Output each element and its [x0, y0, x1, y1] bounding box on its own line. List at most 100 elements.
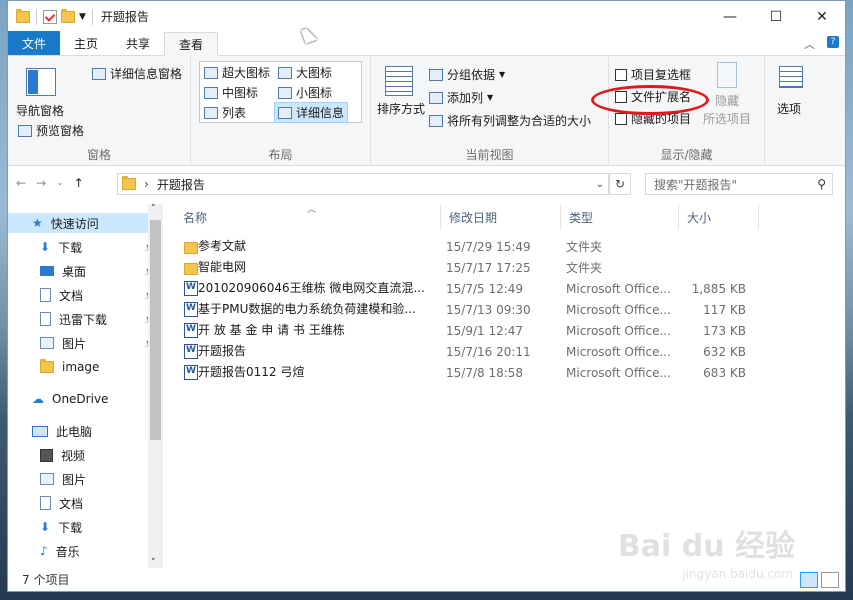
- search-input[interactable]: 搜索"开题报告" ⚲: [645, 173, 833, 195]
- table-row[interactable]: 开题报告 15/7/16 20:11 Microsoft Office... 6…: [184, 341, 746, 362]
- close-button[interactable]: ✕: [799, 1, 845, 32]
- nav-pane-label[interactable]: 导航窗格: [16, 102, 64, 119]
- ribbon-tabs: 文件 主页 共享 查看 ︿ ?: [8, 31, 845, 56]
- nav-pane-button[interactable]: [26, 68, 56, 96]
- options-label[interactable]: 选项: [777, 100, 801, 117]
- table-row[interactable]: 201020906046王维栋 微电网交直流混... 15/7/5 12:49 …: [184, 278, 746, 299]
- status-bar: 7 个项目: [8, 567, 845, 591]
- music-icon: ♪: [40, 544, 48, 558]
- maximize-button[interactable]: ☐: [753, 1, 799, 32]
- layout-details[interactable]: 详细信息: [274, 102, 349, 123]
- file-name: 参考文献: [198, 238, 247, 253]
- hide-selected-icon: [717, 62, 737, 88]
- sort-button[interactable]: [385, 66, 413, 96]
- column-size[interactable]: 大小: [679, 204, 759, 230]
- fit-columns-button[interactable]: 将所有列调整为合适的大小: [429, 112, 591, 129]
- nav-pc-documents[interactable]: 文档: [40, 493, 83, 513]
- scroll-up-icon[interactable]: ˄: [151, 204, 156, 214]
- options-button[interactable]: [779, 66, 803, 88]
- layout-large-icons[interactable]: 大图标: [278, 64, 332, 81]
- nav-pc-pictures[interactable]: 图片: [40, 469, 86, 489]
- medium-icons-icon: [204, 86, 218, 99]
- table-row[interactable]: 开 放 基 金 申 请 书 王维栋 15/9/1 12:47 Microsoft…: [184, 320, 746, 341]
- details-pane-button[interactable]: 详细信息窗格: [92, 65, 182, 82]
- file-name: 201020906046王维栋 微电网交直流混...: [198, 280, 425, 295]
- nav-label: 下载: [58, 240, 83, 255]
- table-row[interactable]: 基于PMU数据的电力系统负荷建模和验... 15/7/13 09:30 Micr…: [184, 299, 746, 320]
- ribbon-controls: ︿ ?: [804, 36, 839, 52]
- breadcrumb[interactable]: 开题报告: [157, 176, 205, 193]
- nav-pane-icon: [26, 68, 56, 96]
- nav-quick-access[interactable]: ★ 快速访问: [8, 213, 148, 233]
- forward-arrow-icon[interactable]: →: [36, 176, 46, 190]
- tab-home[interactable]: 主页: [60, 31, 112, 55]
- document-icon: [40, 312, 51, 326]
- table-row[interactable]: 开题报告0112 弓煊 15/7/8 18:58 Microsoft Offic…: [184, 362, 746, 383]
- table-row[interactable]: 智能电网 15/7/17 17:25 文件夹: [184, 257, 746, 278]
- large-icons-view-button[interactable]: [821, 572, 839, 588]
- layout-medium-icons[interactable]: 中图标: [204, 84, 258, 101]
- file-type: Microsoft Office...: [566, 344, 671, 359]
- group-by-icon: [429, 68, 443, 81]
- properties-icon[interactable]: [43, 9, 57, 24]
- word-document-icon: [184, 322, 198, 338]
- nav-this-pc[interactable]: 此电脑: [32, 421, 92, 441]
- folder-icon: [184, 241, 198, 254]
- file-size: 632 KB: [703, 344, 746, 359]
- group-label-panes: 窗格: [86, 148, 111, 162]
- layout-xl-icons[interactable]: 超大图标: [204, 64, 270, 81]
- word-document-icon: [184, 364, 198, 380]
- address-bar[interactable]: › 开题报告 ⌄: [117, 173, 609, 195]
- file-name: 开题报告0112 弓煊: [198, 364, 305, 379]
- column-label: 修改日期: [449, 210, 498, 225]
- details-view-button[interactable]: [800, 572, 818, 588]
- nav-item-downloads[interactable]: ⬇下载📌: [40, 237, 156, 257]
- new-folder-icon[interactable]: [61, 8, 75, 23]
- table-row[interactable]: 参考文献 15/7/29 15:49 文件夹: [184, 236, 746, 257]
- tab-share[interactable]: 共享: [112, 31, 164, 55]
- minimize-button[interactable]: —: [707, 1, 753, 32]
- chevron-down-icon[interactable]: ▼: [79, 12, 86, 22]
- desktop-icon: [40, 266, 54, 276]
- nav-pc-downloads[interactable]: ⬇ 下载: [40, 517, 82, 537]
- nav-label: image: [62, 360, 100, 374]
- document-icon: [40, 496, 51, 510]
- add-column-button[interactable]: 添加列 ▼: [429, 89, 493, 106]
- checkbox[interactable]: [615, 112, 627, 125]
- nav-item-desktop[interactable]: 桌面📌: [40, 261, 156, 281]
- group-by-button[interactable]: 分组依据 ▼: [429, 66, 505, 83]
- add-column-label: 添加列: [447, 91, 484, 105]
- checkbox[interactable]: [615, 68, 627, 81]
- item-checkbox-toggle[interactable]: 项目复选框: [615, 66, 691, 83]
- nav-item-image[interactable]: image: [40, 357, 99, 377]
- nav-onedrive[interactable]: ☁ OneDrive: [32, 389, 108, 409]
- file-type: 文件夹: [566, 240, 603, 254]
- help-icon[interactable]: ?: [827, 36, 839, 48]
- layout-list[interactable]: 列表: [204, 104, 246, 121]
- scrollbar-thumb[interactable]: [150, 220, 161, 440]
- document-icon: [40, 288, 51, 302]
- preview-pane-button[interactable]: 预览窗格: [18, 122, 84, 139]
- sort-label[interactable]: 排序方式: [377, 100, 425, 117]
- nav-item-documents[interactable]: 文档📌: [40, 285, 156, 305]
- tab-view[interactable]: 查看: [164, 32, 219, 56]
- layout-small-icons[interactable]: 小图标: [278, 84, 332, 101]
- nav-pc-music[interactable]: ♪ 音乐: [40, 541, 80, 561]
- up-arrow-icon[interactable]: ↑: [74, 176, 84, 190]
- fit-columns-icon: [429, 114, 443, 127]
- nav-scrollbar[interactable]: ˄ ˅: [148, 204, 163, 568]
- refresh-button[interactable]: ↻: [609, 173, 631, 195]
- nav-pc-videos[interactable]: 视频: [40, 445, 85, 465]
- column-date[interactable]: 修改日期: [441, 204, 561, 230]
- nav-item-thunder[interactable]: 迅雷下载📌: [40, 309, 156, 329]
- nav-item-pictures[interactable]: 图片📌: [40, 333, 156, 353]
- column-name[interactable]: 名称 ︿: [175, 204, 441, 230]
- address-dropdown-icon[interactable]: ⌄: [596, 179, 604, 190]
- collapse-ribbon-icon[interactable]: ︿: [804, 36, 815, 52]
- column-type[interactable]: 类型: [561, 204, 679, 230]
- xl-icons-icon: [204, 66, 218, 79]
- file-name: 开 放 基 金 申 请 书 王维栋: [198, 322, 345, 337]
- history-chevron-icon[interactable]: ⌄: [56, 178, 64, 188]
- back-arrow-icon[interactable]: ←: [16, 176, 26, 190]
- tab-file[interactable]: 文件: [8, 31, 61, 55]
